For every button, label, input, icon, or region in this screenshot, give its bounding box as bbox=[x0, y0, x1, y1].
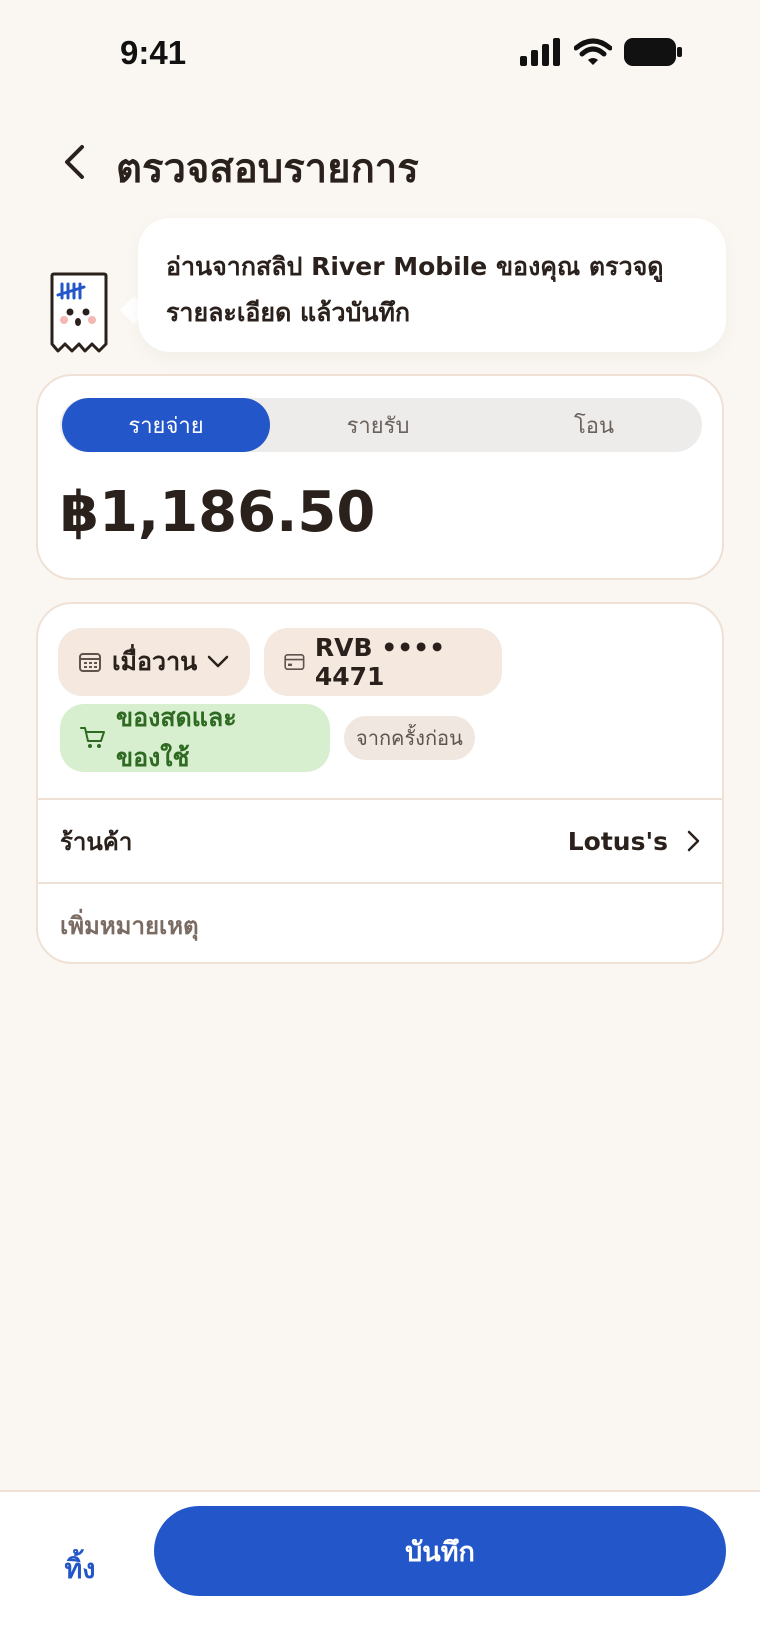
chevron-right-icon bbox=[687, 830, 700, 852]
bottom-action-bar: ทิ้ง บันทึก bbox=[0, 1490, 760, 1652]
back-button[interactable] bbox=[52, 138, 96, 186]
date-chip[interactable]: เมื่อวาน bbox=[58, 628, 250, 696]
account-chip-label: RVB •••• 4471 bbox=[314, 633, 446, 691]
calendar-icon bbox=[79, 653, 101, 672]
note-placeholder: เพิ่มหมายเหตุ bbox=[60, 911, 199, 940]
tab-income[interactable]: รายรับ bbox=[270, 398, 486, 452]
assistant-message-bubble: อ่านจากสลิป River Mobile ของคุณ ตรวจดูรา… bbox=[138, 218, 726, 352]
save-button[interactable]: บันทึก bbox=[154, 1506, 726, 1596]
category-chip[interactable]: ของสดและของใช้ bbox=[60, 703, 330, 772]
discard-button[interactable]: ทิ้ง bbox=[40, 1536, 120, 1600]
category-source-badge: จากครั้งก่อน bbox=[344, 716, 475, 760]
merchant-label: ร้านค้า bbox=[60, 827, 133, 856]
chevron-left-icon bbox=[65, 145, 84, 179]
transaction-type-segmented-control: รายจ่าย รายรับ โอน bbox=[60, 398, 702, 452]
merchant-value: Lotus's bbox=[567, 826, 668, 856]
category-chip-label: ของสดและของใช้ bbox=[115, 703, 237, 772]
credit-card-icon bbox=[284, 653, 305, 671]
battery-icon bbox=[624, 38, 682, 66]
page-title: ตรวจสอบรายการ bbox=[116, 146, 419, 192]
status-time: 9:41 bbox=[120, 34, 187, 71]
date-chip-label: เมื่อวาน bbox=[112, 647, 198, 676]
tab-expense[interactable]: รายจ่าย bbox=[62, 398, 270, 452]
cellular-signal-icon bbox=[520, 38, 560, 66]
account-chip[interactable]: RVB •••• 4471 bbox=[264, 628, 502, 696]
note-input[interactable]: เพิ่มหมายเหตุ bbox=[38, 884, 722, 962]
status-bar: 9:41 bbox=[0, 0, 760, 110]
status-icons bbox=[520, 38, 682, 66]
chevron-down-icon bbox=[207, 655, 229, 668]
details-card: เมื่อวาน RVB •••• 4471 ของสดและของใช้ จา… bbox=[36, 602, 724, 964]
amount-card: รายจ่าย รายรับ โอน ฿1,186.50 bbox=[36, 374, 724, 580]
wifi-icon bbox=[574, 38, 612, 65]
tab-transfer[interactable]: โอน bbox=[486, 398, 702, 452]
merchant-row[interactable]: ร้านค้า Lotus's bbox=[38, 800, 722, 882]
receipt-mascot-icon bbox=[50, 272, 108, 353]
amount-value[interactable]: ฿1,186.50 bbox=[60, 480, 375, 545]
shopping-cart-icon bbox=[80, 727, 105, 748]
nav-header: ตรวจสอบรายการ bbox=[0, 120, 760, 210]
